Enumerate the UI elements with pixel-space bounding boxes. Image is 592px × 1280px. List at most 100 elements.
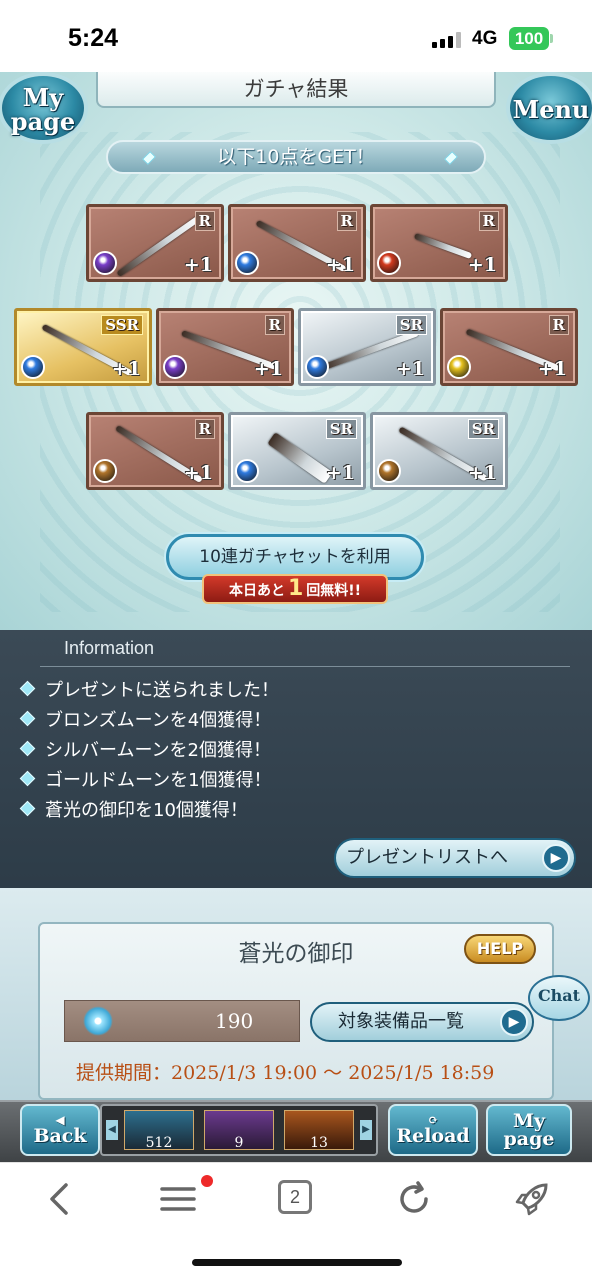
count-label: +1	[537, 358, 567, 380]
page-title: ガチャ結果	[96, 72, 496, 108]
item-card[interactable]: SR +1	[228, 412, 366, 490]
present-list-button[interactable]: プレゼントリストへ ▶	[334, 838, 576, 878]
battery-tip	[550, 34, 553, 43]
rarity-badge: SR	[325, 419, 357, 439]
rarity-badge: R	[336, 211, 357, 231]
diamond-bullet-icon	[19, 770, 36, 787]
back-button[interactable]: ◀ Back	[20, 1104, 100, 1156]
seal-count-box: 190	[64, 1000, 300, 1042]
home-indicator	[192, 1259, 402, 1266]
back-label: Back	[33, 1125, 87, 1147]
refresh-icon[interactable]	[392, 1177, 436, 1221]
back-chevron-icon[interactable]	[38, 1177, 82, 1221]
target-equipment-button[interactable]: 対象装備品一覧 ▶	[310, 1002, 534, 1042]
rarity-badge: R	[194, 419, 215, 439]
info-line: 蒼光の御印を10個獲得！	[19, 796, 248, 824]
rarity-badge: R	[194, 211, 215, 231]
information-title: Information	[64, 638, 155, 658]
info-line: シルバームーンを2個獲得！	[19, 736, 272, 764]
seal-icon	[83, 1006, 113, 1036]
item-card[interactable]: R +1	[228, 204, 366, 282]
tray-right-arrow-icon[interactable]: ▶	[360, 1120, 372, 1140]
rarity-badge: R	[264, 315, 285, 335]
count-label: +1	[467, 254, 497, 276]
mypage-button[interactable]: My page	[0, 72, 88, 144]
diamond-bullet-icon	[19, 710, 36, 727]
info-line: ブロンズムーンを4個獲得！	[19, 706, 272, 734]
element-water-icon	[235, 459, 259, 483]
reload-label: Reload	[396, 1125, 470, 1147]
menu-button[interactable]: Menu	[506, 72, 592, 144]
weapon-image	[413, 232, 473, 260]
free-draws-count: 1	[287, 576, 304, 601]
item-card[interactable]: SR +1	[298, 308, 436, 386]
info-line: プレゼントに送られました！	[19, 676, 279, 704]
network-type: 4G	[472, 28, 498, 49]
help-button[interactable]: HELP	[464, 934, 536, 964]
free-draws-prefix: 本日あと	[228, 583, 285, 599]
count-label: +1	[253, 358, 283, 380]
count-label: +1	[467, 462, 497, 484]
element-water-icon	[21, 355, 45, 379]
item-card[interactable]: R +1	[86, 412, 224, 490]
moon-count: 512	[145, 1135, 173, 1151]
moon-count: 9	[234, 1135, 244, 1151]
item-card[interactable]: SSR +1	[14, 308, 152, 386]
element-earth-icon	[93, 459, 117, 483]
reload-button[interactable]: ⟳ Reload	[388, 1104, 478, 1156]
item-card[interactable]: R +1	[370, 204, 508, 282]
status-bar: 5:24 4G 100	[0, 0, 592, 72]
notification-dot	[201, 1175, 213, 1187]
element-light-icon	[447, 355, 471, 379]
item-card[interactable]: SR +1	[370, 412, 508, 490]
crystal-icon	[444, 151, 458, 165]
item-card[interactable]: R +1	[86, 204, 224, 282]
free-draws-label: 本日あと 1 回無料!!	[202, 574, 388, 604]
moon-count: 13	[310, 1135, 328, 1151]
rarity-badge: SSR	[101, 315, 143, 335]
target-equipment-label: 対象装備品一覧	[338, 1011, 464, 1032]
get-banner: 以下10点をGET！	[106, 140, 486, 174]
diamond-bullet-icon	[19, 800, 36, 817]
count-label: +1	[395, 358, 425, 380]
element-water-icon	[305, 355, 329, 379]
count-label: +1	[325, 254, 355, 276]
diamond-bullet-icon	[19, 680, 36, 697]
gold-moon-slot[interactable]: 13	[284, 1110, 354, 1151]
clock: 5:24	[68, 24, 119, 52]
browser-toolbar: 2	[0, 1162, 592, 1280]
seal-panel: 蒼光の御印 HELP 190 対象装備品一覧 ▶ 提供期間：2025/1/3 1…	[38, 922, 554, 1100]
info-line-text: 蒼光の御印を10個獲得！	[45, 800, 248, 821]
present-list-label: プレゼントリストへ	[346, 847, 508, 868]
count-label: +1	[183, 462, 213, 484]
menu-icon[interactable]	[156, 1177, 200, 1221]
bronze-moon-slot[interactable]: 512	[124, 1110, 194, 1151]
signal-icon	[432, 32, 462, 48]
chat-button[interactable]: Chat	[528, 975, 590, 1021]
count-label: +1	[183, 254, 213, 276]
info-line-text: ブロンズムーンを4個獲得！	[45, 710, 272, 731]
silver-moon-slot[interactable]: 9	[204, 1110, 274, 1151]
moon-tray: ◀ 512 9 13 ▶	[100, 1104, 378, 1156]
element-dark-icon	[163, 355, 187, 379]
info-line-text: ゴールドムーンを1個獲得！	[45, 770, 272, 791]
item-card[interactable]: R +1	[440, 308, 578, 386]
tabs-button[interactable]: 2	[278, 1180, 312, 1214]
rocket-icon[interactable]	[510, 1177, 554, 1221]
info-line: ゴールドムーンを1個獲得！	[19, 766, 272, 794]
divider	[40, 666, 570, 667]
get-banner-text: 以下10点をGET！	[217, 146, 375, 168]
item-card[interactable]: R +1	[156, 308, 294, 386]
count-label: +1	[111, 358, 141, 380]
seal-section: 蒼光の御印 HELP 190 対象装備品一覧 ▶ 提供期間：2025/1/3 1…	[0, 888, 592, 1100]
info-line-text: シルバームーンを2個獲得！	[45, 740, 272, 761]
element-earth-icon	[377, 459, 401, 483]
rarity-badge: SR	[467, 419, 499, 439]
info-line-text: プレゼントに送られました！	[45, 680, 279, 701]
rarity-badge: SR	[395, 315, 427, 335]
tray-left-arrow-icon[interactable]: ◀	[106, 1120, 118, 1140]
mypage-bottom-button[interactable]: My page	[486, 1104, 572, 1156]
gacha-result-screen: ガチャ結果 My page Menu 以下10点をGET！ R +1 R +1 …	[0, 72, 592, 630]
rarity-badge: R	[478, 211, 499, 231]
count-label: +1	[325, 462, 355, 484]
